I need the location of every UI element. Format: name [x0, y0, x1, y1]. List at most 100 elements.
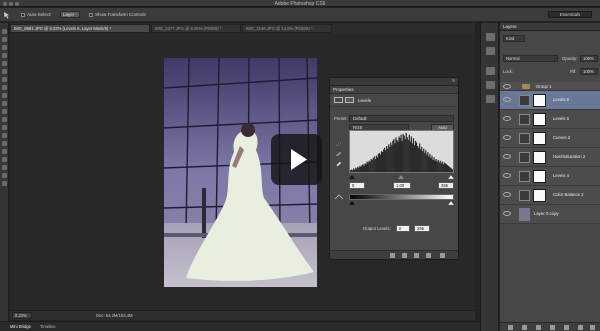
input-gamma-field[interactable]: 1.00 — [393, 182, 411, 189]
layer-mask-thumbnail[interactable] — [533, 113, 546, 126]
input-white-field[interactable]: 255 — [438, 182, 454, 189]
character-panel-icon[interactable] — [486, 81, 495, 89]
levels-histogram[interactable] — [349, 130, 454, 173]
eye-icon[interactable] — [503, 84, 511, 89]
preset-dropdown[interactable]: Default — [349, 115, 454, 122]
eye-icon[interactable] — [503, 154, 511, 159]
eye-icon[interactable] — [503, 135, 511, 140]
clone-stamp-icon[interactable] — [2, 93, 7, 98]
black-point-eyedropper-icon[interactable] — [336, 140, 342, 146]
layer-row[interactable]: Hue/Saturation 2 — [500, 148, 600, 167]
move-icon[interactable] — [2, 29, 7, 34]
tab-timeline[interactable]: Timeline — [40, 324, 56, 329]
properties-panel-icon[interactable] — [486, 47, 495, 55]
eyedropper-icon[interactable] — [2, 69, 7, 74]
pen-icon[interactable] — [2, 141, 7, 146]
gray-input-slider[interactable] — [398, 175, 404, 179]
quick-select-icon[interactable] — [2, 53, 7, 58]
delete-adjustment-icon[interactable] — [440, 253, 445, 258]
input-level-sliders[interactable] — [349, 174, 454, 180]
eye-icon[interactable] — [503, 173, 511, 178]
layer-name: Layer 0 copy — [534, 211, 559, 216]
eye-icon[interactable] — [503, 116, 511, 121]
new-group-icon[interactable] — [564, 325, 569, 330]
brush-panel-icon[interactable] — [486, 67, 495, 75]
eye-icon[interactable] — [503, 192, 511, 197]
gray-point-eyedropper-icon[interactable] — [336, 150, 342, 156]
eraser-icon[interactable] — [2, 109, 7, 114]
white-point-eyedropper-icon[interactable] — [336, 160, 342, 166]
output-white-field[interactable]: 255 — [414, 225, 430, 232]
reset-icon[interactable] — [414, 253, 419, 258]
healing-brush-icon[interactable] — [2, 77, 7, 82]
link-layers-icon[interactable] — [508, 325, 513, 330]
paragraph-panel-icon[interactable] — [486, 95, 495, 103]
add-mask-icon[interactable] — [536, 325, 541, 330]
marquee-icon[interactable] — [2, 37, 7, 42]
zoom-field[interactable]: 8.33% — [12, 312, 32, 319]
layer-row[interactable]: Levels 6 — [500, 91, 600, 110]
new-layer-icon[interactable] — [578, 325, 583, 330]
output-level-sliders[interactable] — [349, 200, 454, 205]
video-play-button[interactable] — [271, 134, 322, 185]
output-black-field[interactable]: 0 — [396, 225, 410, 232]
brush-icon[interactable] — [2, 85, 7, 90]
visibility-icon[interactable] — [426, 253, 431, 258]
type-icon[interactable] — [2, 149, 7, 154]
history-panel-icon[interactable] — [486, 33, 495, 41]
crop-icon[interactable] — [2, 61, 7, 66]
move-tool-icon[interactable] — [3, 11, 11, 19]
layer-mask-thumbnail[interactable] — [533, 151, 546, 164]
layer-mask-thumbnail[interactable] — [533, 189, 546, 202]
lasso-icon[interactable] — [2, 45, 7, 50]
history-brush-icon[interactable] — [2, 101, 7, 106]
layer-mask-thumbnail[interactable] — [533, 170, 546, 183]
levels-adjustment-icon[interactable] — [334, 97, 343, 103]
path-select-icon[interactable] — [2, 157, 7, 162]
document-tabs: IMG_8881.JPG @ 8.33% (Levels 6, Layer Ma… — [10, 23, 475, 33]
new-adjustment-icon[interactable] — [550, 325, 555, 330]
layer-mask-icon[interactable] — [345, 97, 354, 103]
tab-mini-bridge[interactable]: Mini Bridge — [10, 324, 31, 329]
layers-panel-header[interactable]: Layers — [500, 23, 600, 31]
tab-document-3[interactable]: IMG_3146.JPG @ 13.8% (RGB/8) * — [242, 24, 332, 33]
hand-icon[interactable] — [2, 173, 7, 178]
layer-style-icon[interactable] — [522, 325, 527, 330]
layer-row[interactable]: Color Balance 2 — [500, 186, 600, 205]
delete-layer-icon[interactable] — [590, 325, 595, 330]
layer-row[interactable]: Levels 4 — [500, 167, 600, 186]
white-output-slider[interactable] — [447, 200, 454, 205]
blend-mode-dropdown[interactable]: Normal — [503, 55, 558, 62]
black-input-slider[interactable] — [349, 175, 355, 179]
white-input-slider[interactable] — [447, 174, 454, 180]
fill-field[interactable]: 100% — [580, 68, 598, 75]
gradient-icon[interactable] — [2, 117, 7, 122]
layer-mask-thumbnail[interactable] — [533, 132, 546, 145]
black-output-slider[interactable] — [349, 201, 355, 205]
layer-row[interactable]: Curves 2 — [500, 129, 600, 148]
transform-controls-checkbox[interactable] — [89, 12, 93, 17]
shape-icon[interactable] — [2, 165, 7, 170]
clip-to-layer-icon[interactable] — [390, 253, 395, 258]
tab-document-1[interactable]: IMG_8881.JPG @ 8.33% (Levels 6, Layer Ma… — [10, 24, 150, 33]
layer-row[interactable]: Layer 0 copy — [500, 205, 600, 224]
dodge-icon[interactable] — [2, 133, 7, 138]
auto-select-checkbox[interactable] — [21, 12, 25, 17]
eye-icon[interactable] — [503, 97, 511, 102]
blur-icon[interactable] — [2, 125, 7, 130]
layer-group-row[interactable]: Group 1 — [500, 82, 600, 91]
layer-row[interactable]: Levels 5 — [500, 110, 600, 129]
layer-mask-thumbnail[interactable] — [533, 94, 546, 107]
input-black-field[interactable]: 0 — [349, 182, 365, 189]
auto-select-dropdown[interactable]: Layer — [60, 11, 80, 18]
opacity-field[interactable]: 100% — [580, 55, 598, 62]
zoom-icon[interactable] — [2, 181, 7, 186]
eye-icon[interactable] — [503, 211, 511, 216]
properties-tab[interactable]: Properties — [330, 86, 458, 94]
view-previous-icon[interactable] — [402, 253, 407, 258]
panel-menu-icon[interactable]: ≡ — [452, 78, 455, 84]
workspace-dropdown[interactable]: Essentials — [548, 11, 592, 18]
tab-document-2[interactable]: IMG_2277.JPG @ 6.25% (RGB/8) * — [151, 24, 241, 33]
clip-shadows-icon[interactable] — [334, 194, 344, 200]
kind-filter-dropdown[interactable]: Kind — [503, 35, 525, 42]
